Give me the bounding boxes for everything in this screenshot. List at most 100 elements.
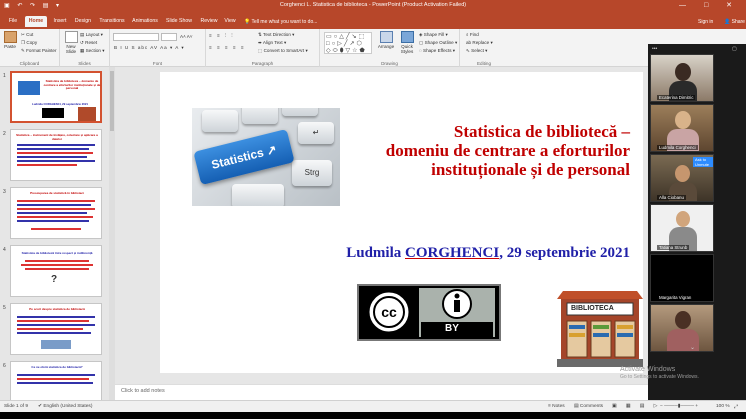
alignment-buttons[interactable]: ≡ ≡ ≡ ≡ ≡ (209, 45, 246, 50)
question-mark-icon: ? (51, 274, 58, 285)
ribbon-home: Paste ✂ Cut ❐ Copy ✎ Format Painter Clip… (0, 29, 746, 67)
tab-slide-show[interactable]: Slide Show (164, 16, 194, 27)
find-button[interactable]: ⌕ Find (466, 32, 479, 37)
new-slide-button[interactable]: New Slide (63, 31, 79, 54)
participant-tile[interactable]: Margarita Vigran (650, 254, 714, 302)
tab-transitions[interactable]: Transitions (97, 16, 127, 27)
ask-to-unmute-badge[interactable]: Ask to Unmute (693, 157, 713, 167)
text-direction-button[interactable]: ⇅ Text Direction ▾ (258, 32, 294, 38)
comments-toggle[interactable]: ▤ Comments (574, 404, 603, 409)
notes-toggle[interactable]: ≡ Notes (548, 404, 565, 409)
zoom-slider[interactable]: − ────▮──── + (660, 404, 698, 409)
notes-pane[interactable]: Click to add notes (115, 384, 650, 400)
slide-thumbnail-3[interactable]: Preocuparea de statistică în biblioteci (10, 187, 102, 239)
quick-styles-button[interactable]: Quick Styles (398, 31, 416, 54)
notes-placeholder: Click to add notes (121, 388, 165, 394)
group-label: Drawing (381, 61, 398, 66)
cut-button[interactable]: ✂ Cut (21, 32, 33, 38)
window-controls[interactable]: — □ ✕ (679, 1, 740, 9)
section-button[interactable]: ▦ Section ▾ (80, 48, 105, 54)
cc-by-license-badge: cc BY (357, 284, 501, 341)
group-label: Slides (78, 61, 91, 66)
thumbnail-number: 6 (3, 363, 6, 369)
participant-avatar (675, 63, 691, 81)
list-buttons[interactable]: ≡ ≡ ⫶ ⫶ (209, 33, 235, 38)
tab-home[interactable]: Home (25, 16, 47, 27)
slide-thumbnail-4[interactable]: Statistica de bibliotecă între respect ș… (10, 245, 102, 297)
tab-design[interactable]: Design (72, 16, 94, 27)
participant-tile[interactable]: Ecaterina Dimitric (650, 54, 714, 102)
statistics-key-label: Statistics (209, 145, 266, 172)
panel-collapse-icon[interactable]: ⌄ (690, 344, 695, 351)
slide-thumbnail-1[interactable]: Statistica de biblioteca – domeniu de ce… (10, 71, 102, 123)
slide-thumbnail-5[interactable]: Pe scurt despre statistica de bibliotecă (10, 303, 102, 355)
tab-insert[interactable]: Insert (50, 16, 70, 27)
current-slide[interactable]: ↵ Strg Statistics ↗ Statistica de biblio… (160, 72, 643, 373)
video-call-panel: ••• ▢ Ecaterina Dimitric Ludmila Corghen… (648, 44, 746, 400)
font-family-select[interactable] (113, 33, 159, 41)
share-button[interactable]: 👤 Share (724, 19, 745, 25)
format-painter-button[interactable]: ✎ Format Painter (21, 48, 57, 54)
font-style-buttons[interactable]: B I U S abc AV Aa ▾ A ▾ (114, 45, 185, 51)
ribbon-tab-bar: File Home Insert Design Transitions Anim… (0, 12, 746, 29)
fit-slide-icon[interactable]: ⤢ (734, 404, 738, 410)
participant-tile[interactable] (650, 304, 714, 352)
slide-thumbnail-2[interactable]: Statistica – instrument de învățare, col… (10, 129, 102, 181)
participant-avatar (675, 311, 691, 329)
font-size-arrows[interactable]: A˄ A˅ (180, 34, 193, 39)
shape-fill-button[interactable]: ◈ Shape Fill ▾ (419, 32, 448, 38)
thumbnail-title: Statistica – instrument de învățare, col… (16, 133, 98, 141)
slide-thumbnail-6[interactable]: Ce ne oferă statistica de bibliotecă? (10, 361, 102, 400)
slide-title[interactable]: Statistica de bibliotecă – domeniu de ce… (300, 122, 630, 179)
layout-button[interactable]: ▤ Layout ▾ (80, 32, 103, 38)
tab-file[interactable]: File (4, 16, 22, 27)
participant-tile[interactable]: Ludmila Corghenci (650, 104, 714, 152)
sign-in-link[interactable]: Sign in (698, 19, 713, 25)
language-indicator[interactable]: ✔ English (United States) (38, 404, 92, 409)
shape-outline-button[interactable]: ▢ Shape Outline ▾ (419, 40, 457, 46)
window-title: Corghenci L. Statistica de biblioteca - … (279, 2, 467, 8)
title-line-3: instituționale și de personal (431, 160, 630, 179)
replace-button[interactable]: ab Replace ▾ (466, 40, 493, 46)
select-button[interactable]: ⇖ Select ▾ (466, 48, 487, 54)
slides-group: New Slide ▤ Layout ▾ ↺ Reset ▦ Section ▾… (60, 29, 110, 67)
library-icon (557, 291, 643, 367)
participant-name: Tatiana Strunb (657, 245, 690, 250)
shapes-gallery[interactable]: ▭○△╱↘⬚ □○▷╱↗⬡ ◇⬭⬮▽☆⬟ (324, 32, 372, 54)
editing-group: ⌕ Find ab Replace ▾ ⇖ Select ▾ Editing (460, 29, 508, 67)
panel-grip-icon[interactable]: ••• (652, 46, 657, 52)
zoom-level[interactable]: 100 % (716, 404, 730, 409)
group-label: Font (152, 61, 163, 66)
view-buttons[interactable]: ▣ ▦ ▤ ▷ (612, 404, 661, 409)
clipboard-group: Paste ✂ Cut ❐ Copy ✎ Format Painter Clip… (0, 29, 60, 67)
scrollbar-thumb[interactable] (110, 71, 114, 131)
copy-button[interactable]: ❐ Copy (21, 40, 37, 46)
reset-button[interactable]: ↺ Reset (80, 40, 97, 46)
slide-counter: Slide 1 of 9 (4, 404, 29, 409)
paste-button[interactable]: Paste (2, 31, 18, 49)
convert-smartart-button[interactable]: ⬚ Convert to SmartArt ▾ (258, 48, 308, 54)
slide-thumbnail-pane[interactable]: 1 Statistica de biblioteca – domeniu de … (0, 67, 111, 400)
library-sign: BIBLIOTECA (571, 305, 614, 312)
thumbnail-number: 3 (3, 189, 6, 195)
participant-name: Ludmila Corghenci (657, 145, 698, 150)
panel-view-icon[interactable]: ▢ (732, 46, 737, 52)
new-slide-icon (64, 31, 78, 43)
tell-me-search[interactable]: 💡 Tell me what you want to do... (244, 19, 317, 25)
quick-styles-icon (400, 31, 414, 43)
thumbnail-title: Ce ne oferă statistica de bibliotecă? (31, 365, 83, 369)
tab-view[interactable]: View (221, 16, 239, 27)
title-bar: ▣ ↶ ↷ ▤ ▾ Corghenci L. Statistica de bib… (0, 0, 746, 12)
arrange-button[interactable]: Arrange (376, 31, 396, 49)
thumbnail-author: Ludmila CORGHENCI, 29 septembrie 2021 (32, 102, 88, 106)
participant-tile[interactable]: Ask to Unmute Alla Ciobanu (650, 154, 714, 202)
tab-review[interactable]: Review (198, 16, 220, 27)
font-size-select[interactable] (161, 33, 177, 41)
paste-label: Paste (4, 44, 16, 49)
svg-text:cc: cc (381, 304, 397, 320)
participant-tile[interactable]: Tatiana Strunb (650, 204, 714, 252)
tab-animations[interactable]: Animations (130, 16, 160, 27)
shape-effects-button[interactable]: ◌ Shape Effects ▾ (419, 48, 455, 54)
slide-author[interactable]: Ludmila CORGHENCI, 29 septembrie 2021 (290, 245, 630, 262)
align-text-button[interactable]: ⬌ Align Text ▾ (258, 40, 286, 46)
